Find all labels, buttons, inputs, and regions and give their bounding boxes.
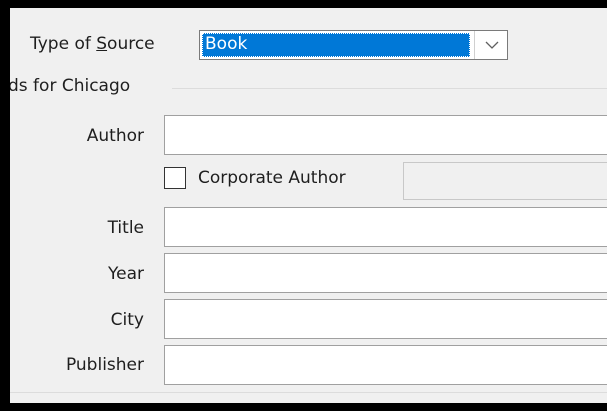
city-label: City [110, 310, 144, 330]
publisher-input[interactable] [164, 345, 607, 385]
type-of-source-label-suffix: ource [107, 34, 155, 54]
title-input[interactable] [164, 207, 607, 247]
create-source-dialog: Type of Source Book ds for Chicago Autho… [10, 8, 607, 403]
corporate-author-checkbox[interactable] [164, 167, 186, 189]
type-of-source-dropdown[interactable]: Book [199, 30, 508, 60]
type-of-source-value: Book [202, 33, 470, 57]
chevron-down-icon[interactable] [474, 31, 508, 59]
group-border-top [172, 88, 607, 89]
corporate-author-input [403, 162, 607, 200]
group-title: ds for Chicago [10, 76, 131, 96]
type-of-source-label: Type of Source [30, 34, 155, 54]
corporate-author-label[interactable]: Corporate Author [198, 168, 346, 188]
publisher-label: Publisher [65, 355, 144, 375]
year-input[interactable] [164, 253, 607, 293]
type-of-source-label-prefix: Type of [30, 34, 97, 54]
author-label: Author [86, 126, 144, 146]
type-of-source-label-mnemonic: S [96, 34, 108, 54]
author-input[interactable] [164, 115, 607, 155]
title-label: Title [107, 218, 144, 238]
year-label: Year [108, 264, 144, 284]
group-border-bottom [10, 392, 607, 393]
city-input[interactable] [164, 299, 607, 339]
